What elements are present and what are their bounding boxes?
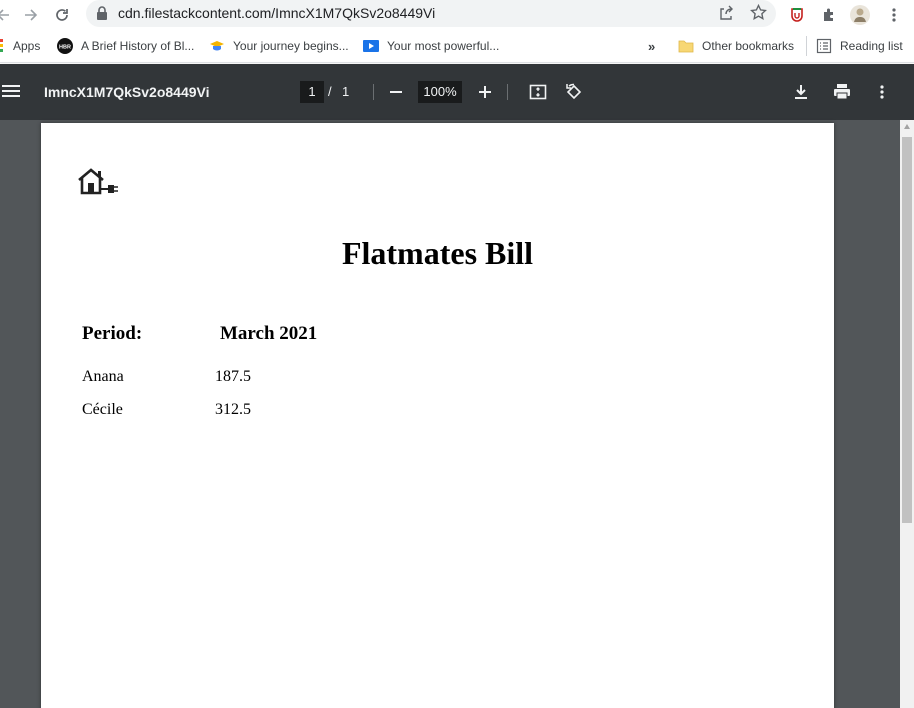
zoom-out-icon[interactable]: [385, 81, 407, 103]
flatmate-amount: 312.5: [215, 401, 251, 418]
toolbar-divider: [507, 84, 508, 100]
video-play-icon: [363, 38, 379, 54]
bookmarks-overflow-button[interactable]: »: [648, 37, 655, 55]
bookmark-item[interactable]: HBR A Brief History of Bl...: [57, 37, 194, 55]
bookmark-item[interactable]: Your most powerful...: [363, 37, 499, 55]
svg-text:HBR: HBR: [59, 45, 71, 51]
bookmark-apps[interactable]: Apps: [0, 37, 40, 55]
bookmark-label: Other bookmarks: [702, 39, 795, 53]
flatmate-name: Cécile: [82, 401, 123, 418]
pdf-document-title: ImncX1M7QkSv2o8449Vi: [44, 84, 210, 100]
bookmarks-bar: Apps HBR A Brief History of Bl... Your j…: [0, 30, 914, 63]
print-icon[interactable]: [831, 81, 853, 103]
graduation-cap-icon: [209, 38, 225, 54]
folder-icon: [678, 38, 694, 54]
bookmark-other[interactable]: Other bookmarks: [678, 37, 794, 55]
zoom-in-icon[interactable]: [474, 81, 496, 103]
pdf-page: Flatmates Bill Period: March 2021 Anana …: [41, 123, 834, 708]
bill-title: Flatmates Bill: [341, 235, 534, 271]
scroll-up-arrow-icon[interactable]: [904, 124, 910, 129]
pdf-toolbar: ImncX1M7QkSv2o8449Vi 1 / 1 100%: [0, 64, 914, 120]
toolbar-divider: [373, 84, 374, 100]
reload-icon[interactable]: [51, 4, 73, 26]
bookmark-item[interactable]: Your journey begins...: [209, 37, 349, 55]
url-text[interactable]: cdn.filestackcontent.com/ImncX1M7QkSv2o8…: [118, 5, 435, 21]
flatmate-amount: 187.5: [215, 368, 251, 385]
zoom-level-input[interactable]: 100%: [418, 81, 462, 103]
bookmarks-divider: [806, 36, 807, 56]
hamburger-menu-icon[interactable]: [2, 82, 20, 100]
page-number-input[interactable]: 1: [300, 81, 324, 103]
rotate-icon[interactable]: [563, 81, 585, 103]
bookmark-label: Reading list: [840, 39, 903, 53]
download-icon[interactable]: [790, 81, 812, 103]
scrollbar-thumb[interactable]: [902, 137, 912, 523]
period-value: March 2021: [220, 323, 318, 344]
reading-list-icon: [816, 38, 832, 54]
omnibox[interactable]: cdn.filestackcontent.com/ImncX1M7QkSv2o8…: [86, 0, 776, 27]
profile-avatar[interactable]: [849, 4, 871, 26]
forward-arrow-icon[interactable]: [20, 4, 42, 26]
lock-icon[interactable]: [96, 6, 108, 25]
pdf-viewer-area[interactable]: Flatmates Bill Period: March 2021 Anana …: [0, 120, 900, 708]
browser-menu-icon[interactable]: [883, 4, 905, 26]
browser-address-bar: cdn.filestackcontent.com/ImncX1M7QkSv2o8…: [0, 0, 914, 30]
bookmark-star-icon[interactable]: [750, 3, 767, 26]
page-total: 1: [342, 84, 350, 99]
shield-extension-icon[interactable]: [786, 4, 808, 26]
flatmate-name: Anana: [82, 368, 124, 385]
house-plug-logo-icon: [77, 167, 121, 202]
bookmark-label: A Brief History of Bl...: [81, 39, 195, 53]
page-separator: /: [328, 84, 332, 99]
bookmark-label: Your journey begins...: [233, 39, 349, 53]
more-options-icon[interactable]: [871, 81, 893, 103]
period-label: Period:: [82, 323, 143, 344]
apps-grid-icon: [0, 38, 6, 54]
overflow-chevron-icon: »: [648, 38, 656, 54]
share-icon[interactable]: [718, 5, 734, 26]
bookmark-label: Your most powerful...: [387, 39, 500, 53]
back-arrow-icon[interactable]: [0, 4, 14, 26]
puzzle-extensions-icon[interactable]: [818, 4, 840, 26]
reading-list-button[interactable]: Reading list: [816, 37, 903, 55]
fit-to-page-icon[interactable]: [527, 81, 549, 103]
bookmark-label: Apps: [13, 39, 41, 53]
hbr-icon: HBR: [57, 38, 73, 54]
